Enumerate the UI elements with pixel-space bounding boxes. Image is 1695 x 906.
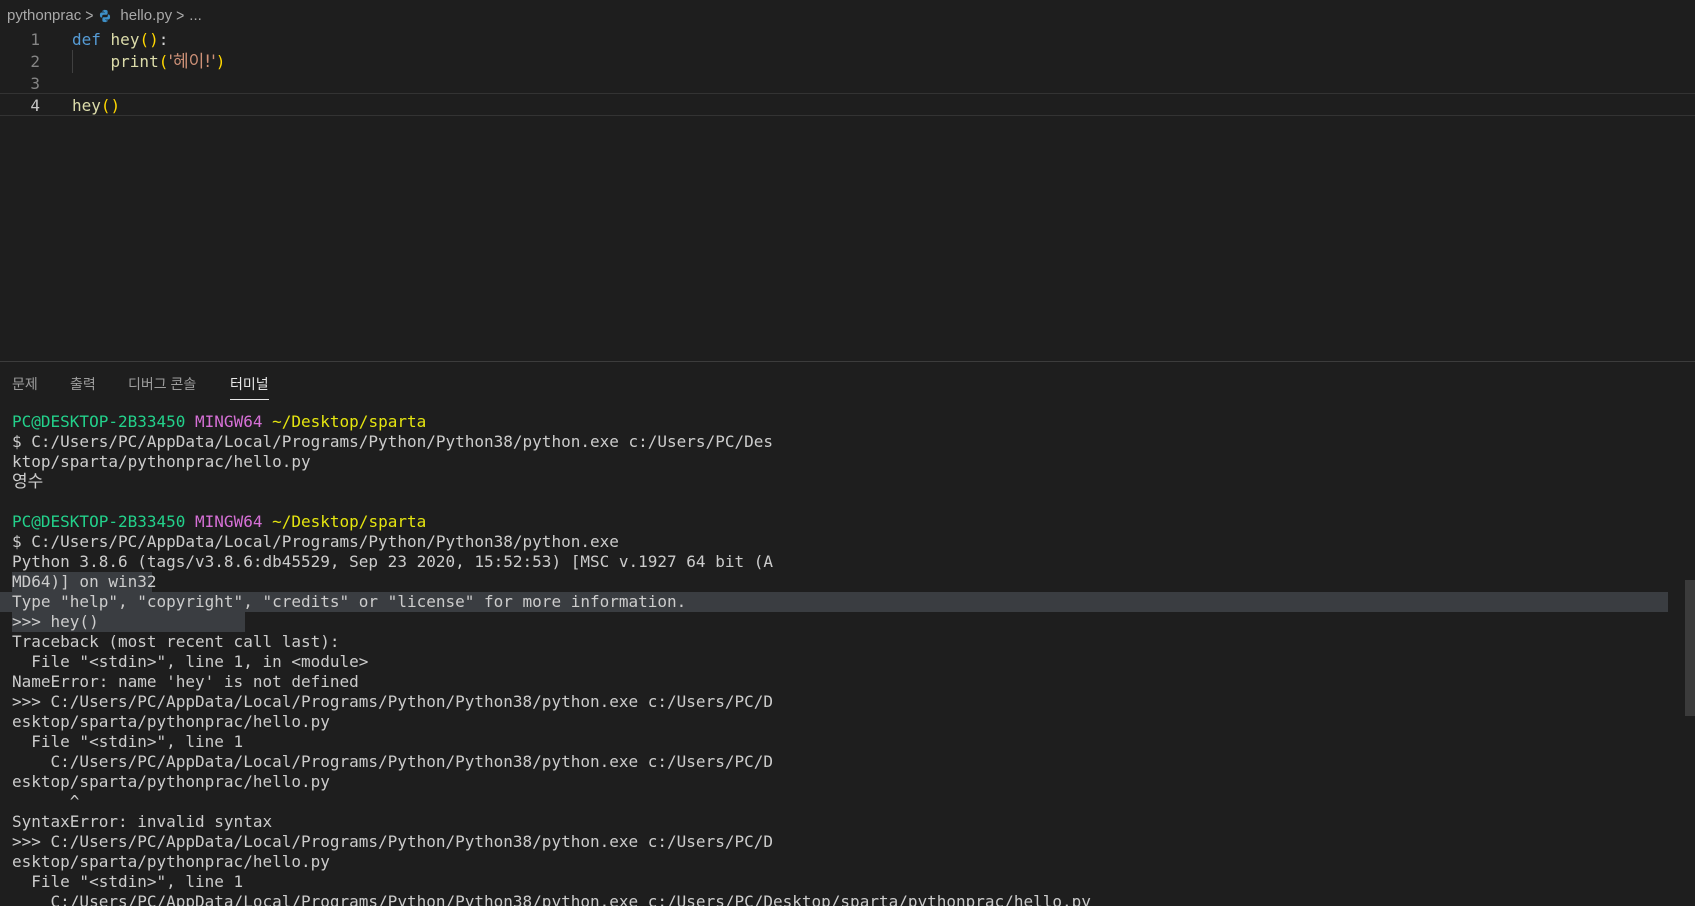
terminal-line: SyntaxError: invalid syntax [12,812,273,831]
terminal-line: Type "help", "copyright", "credits" or "… [12,592,687,611]
terminal-output: 영수 [12,472,44,492]
line-number: 3 [30,74,40,93]
function-token: print [110,52,159,71]
code-line[interactable]: 2 print('헤이!') [0,50,1695,73]
code-line[interactable]: 1 def hey(): [0,28,1695,51]
colon-token: : [158,30,169,49]
tab-output[interactable]: 출력 [70,374,96,394]
prompt-shell: MINGW64 [195,512,263,531]
string-token: '헤이!' [168,52,216,72]
python-file-icon [100,9,111,22]
terminal-line: Python 3.8.6 (tags/v3.8.6:db45529, Sep 2… [12,552,773,571]
bracket-token: ( [158,52,169,71]
breadcrumb-file-label: hello.py [120,6,173,24]
breadcrumb-folder[interactable]: pythonprac [7,7,81,24]
terminal-line: >>> hey() [12,612,99,631]
terminal-line: MD64)] on win32 [12,572,157,591]
tab-terminal[interactable]: 터미널 [230,374,269,400]
code-line-current[interactable]: 4 hey() [0,93,1695,116]
breadcrumb-more[interactable]: ... [189,7,202,24]
terminal-line: C:/Users/PC/AppData/Local/Programs/Pytho… [12,752,773,771]
code-editor[interactable]: 1 def hey(): 2 print('헤이!') 3 4 hey() [0,28,1695,362]
terminal-line: C:/Users/PC/AppData/Local/Programs/Pytho… [12,892,1091,906]
terminal-line: >>> C:/Users/PC/AppData/Local/Programs/P… [12,832,773,851]
terminal-line: >>> C:/Users/PC/AppData/Local/Programs/P… [12,692,773,711]
breadcrumb-file[interactable]: hello.py [98,7,172,24]
code-line[interactable]: 3 [0,72,1695,95]
terminal-line: esktop/sparta/pythonprac/hello.py [12,852,330,871]
breadcrumb: pythonprac > hello.py > ... [0,0,1695,30]
code-text: print('헤이!') [72,50,226,74]
prompt-user: PC@DESKTOP-2B33450 [12,512,186,531]
line-number: 4 [30,96,40,115]
chevron-right-icon: > [176,5,185,25]
panel-tabs: 문제 출력 디버그 콘솔 터미널 [0,362,1695,402]
terminal-line: File "<stdin>", line 1, in <module> [12,652,369,671]
keyword-token: def [72,30,101,49]
prompt-path: ~/Desktop/sparta [272,412,427,431]
terminal-line: Traceback (most recent call last): [12,632,340,651]
tab-debug-console[interactable]: 디버그 콘솔 [128,374,196,394]
function-token: hey [72,96,101,115]
terminal-line: NameError: name 'hey' is not defined [12,672,359,691]
code-text: def hey(): [72,28,168,51]
terminal[interactable]: PC@DESKTOP-2B33450 MINGW64 ~/Desktop/spa… [0,412,1675,906]
bracket-token: () [139,30,159,49]
terminal-line: $ C:/Users/PC/AppData/Local/Programs/Pyt… [12,532,619,551]
line-number: 2 [30,52,40,71]
prompt-path: ~/Desktop/sparta [272,512,427,531]
terminal-prompt: PC@DESKTOP-2B33450 MINGW64 ~/Desktop/spa… [12,412,426,432]
terminal-line: ^ [12,792,80,811]
terminal-line: File "<stdin>", line 1 [12,872,244,891]
bracket-token: () [100,96,121,115]
terminal-line: ktop/sparta/pythonprac/hello.py [12,452,311,471]
prompt-user: PC@DESKTOP-2B33450 [12,412,186,431]
terminal-line: esktop/sparta/pythonprac/hello.py [12,712,330,731]
function-token: hey [110,30,140,49]
tab-problems[interactable]: 문제 [12,374,38,394]
bracket-token: ) [215,52,226,71]
terminal-line: File "<stdin>", line 1 [12,732,244,751]
terminal-scrollbar[interactable] [1685,580,1695,716]
terminal-line: esktop/sparta/pythonprac/hello.py [12,772,330,791]
code-text: hey() [72,94,120,117]
chevron-right-icon: > [85,5,94,25]
terminal-prompt: PC@DESKTOP-2B33450 MINGW64 ~/Desktop/spa… [12,512,426,532]
prompt-shell: MINGW64 [195,412,263,431]
line-number: 1 [30,30,40,49]
terminal-line: $ C:/Users/PC/AppData/Local/Programs/Pyt… [12,432,773,451]
